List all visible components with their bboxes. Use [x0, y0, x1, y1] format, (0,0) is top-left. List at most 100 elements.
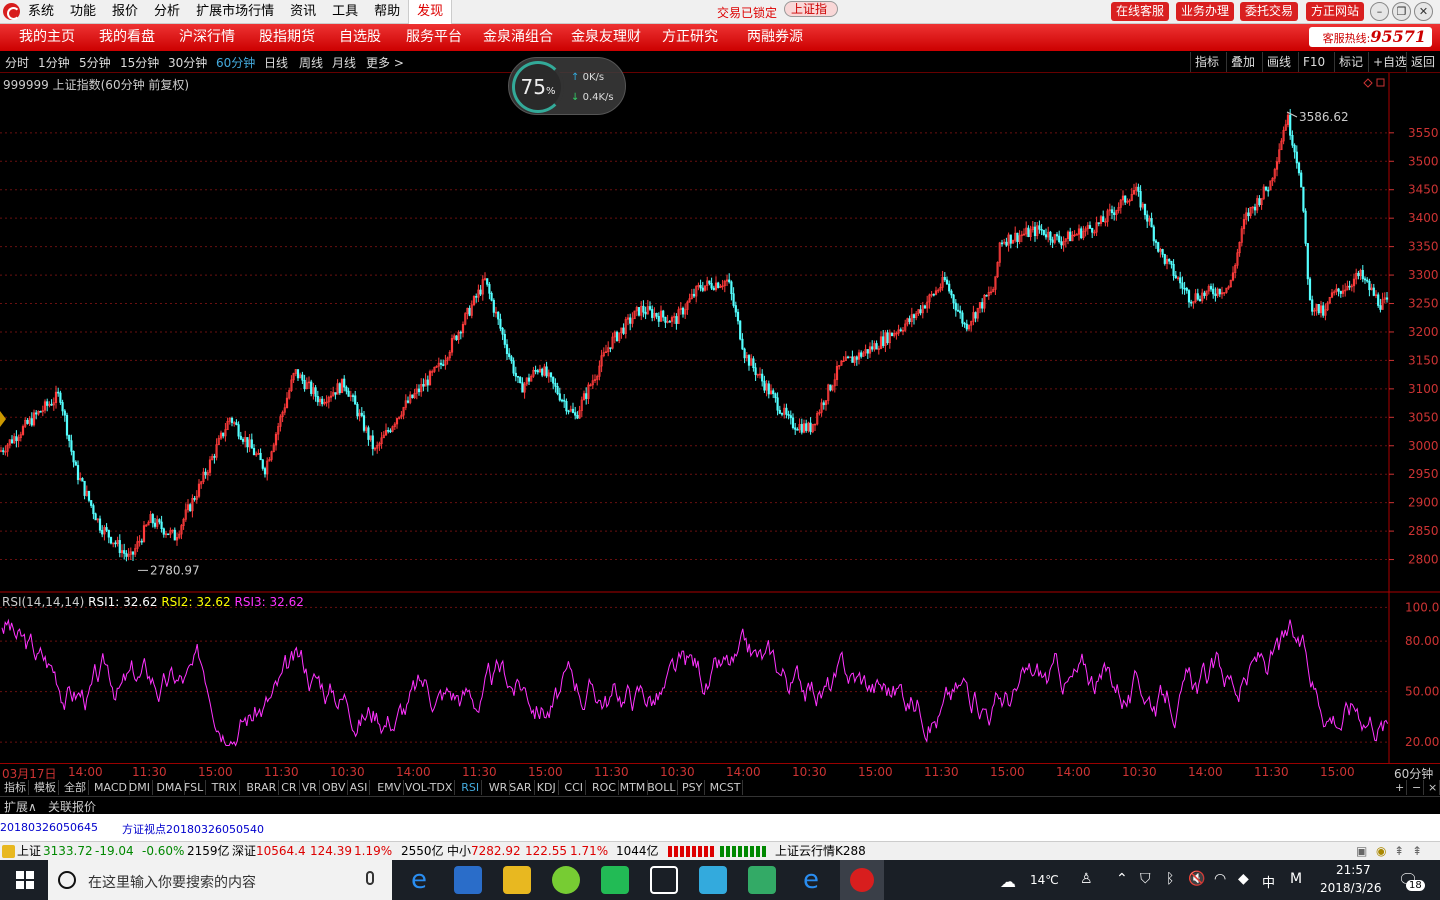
- panel-control-icon[interactable]: +: [1393, 780, 1408, 795]
- nav-watchlist[interactable]: 自选股: [339, 24, 381, 50]
- windows-start-icon[interactable]: [16, 871, 34, 889]
- file-explorer-icon[interactable]: [503, 866, 531, 894]
- rsi-chart[interactable]: 100.00 80.00 50.00 20.00: [0, 593, 1440, 763]
- indicator-tab-模板[interactable]: 模板: [32, 780, 59, 795]
- indicator-tab-obv[interactable]: OBV: [320, 780, 349, 795]
- news-item[interactable]: 方证视点20180326050540: [122, 821, 264, 837]
- wifi-icon[interactable]: ◠: [1214, 871, 1226, 887]
- status-tool-icon[interactable]: ⇞: [1394, 842, 1404, 860]
- indicator-tab-vol-tdx[interactable]: VOL-TDX: [403, 780, 456, 795]
- period-weekly[interactable]: 周线: [299, 54, 323, 71]
- tool-add-watch[interactable]: +自选: [1368, 52, 1411, 72]
- indicator-tab-指标[interactable]: 指标: [2, 780, 29, 795]
- bluetooth-icon[interactable]: ᛒ: [1166, 871, 1174, 887]
- indicator-tab-emv[interactable]: EMV: [375, 780, 405, 795]
- menu-system[interactable]: 系统: [28, 0, 54, 24]
- nav-index-futures[interactable]: 股指期货: [259, 24, 315, 50]
- trade-lock-status[interactable]: 交易已锁定: [717, 4, 777, 21]
- store-icon[interactable]: [454, 866, 482, 894]
- related-quote-tab[interactable]: 关联报价: [48, 798, 96, 815]
- period-intraday[interactable]: 分时: [5, 54, 29, 71]
- tool-overlay[interactable]: 叠加: [1226, 52, 1259, 72]
- ime-indicator[interactable]: 中: [1262, 872, 1275, 891]
- kline-chart[interactable]: 3550 3500 3450 3400 3350 3300 3250 3200 3150 3100…: [0, 73, 1440, 593]
- status-tool-icon[interactable]: ▣: [1356, 842, 1367, 860]
- shield-icon[interactable]: ⛉: [1140, 871, 1151, 887]
- indicator-tab-mcst[interactable]: MCST: [708, 780, 744, 795]
- index-pill[interactable]: 上证指数: [784, 1, 838, 17]
- microphone-icon[interactable]: [366, 871, 374, 885]
- indicator-tab-mtm[interactable]: MTM: [618, 780, 649, 795]
- ime-mode-icon[interactable]: M: [1290, 871, 1302, 887]
- rsi-panel[interactable]: 100.00 80.00 50.00 20.00 RSI(14,14,14) RSI1…: [0, 593, 1440, 763]
- founder-website-button[interactable]: 方正网站: [1306, 2, 1365, 21]
- menu-function[interactable]: 功能: [70, 0, 96, 24]
- taskbar-search[interactable]: 在这里输入你要搜索的内容: [48, 860, 392, 900]
- period-monthly[interactable]: 月线: [332, 54, 356, 71]
- period-60min[interactable]: 60分钟: [216, 54, 255, 71]
- restore-icon[interactable]: ❐: [1392, 2, 1411, 21]
- minimize-icon[interactable]: –: [1370, 2, 1389, 21]
- menu-tools[interactable]: 工具: [332, 0, 358, 24]
- app-icon[interactable]: [601, 866, 629, 894]
- status-tool-icon[interactable]: ◉: [1376, 842, 1386, 860]
- indicator-tab-macd[interactable]: MACD: [92, 780, 130, 795]
- period-5min[interactable]: 5分钟: [79, 54, 111, 71]
- indicator-tab-rsi[interactable]: RSI: [459, 780, 483, 795]
- period-more[interactable]: 更多 >: [366, 54, 404, 71]
- tool-back[interactable]: 返回: [1406, 52, 1439, 72]
- media-player-icon[interactable]: [699, 866, 727, 894]
- menu-help[interactable]: 帮助: [374, 0, 400, 24]
- nav-margin-source[interactable]: 两融券源: [747, 24, 803, 50]
- indicator-tab-dmi[interactable]: DMI: [127, 780, 154, 795]
- nav-jinquanyong[interactable]: 金泉涌组合: [483, 24, 553, 50]
- clock-time[interactable]: 21:57: [1336, 863, 1371, 877]
- indicator-tab-cr[interactable]: CR: [279, 780, 300, 795]
- app-icon[interactable]: [552, 866, 580, 894]
- weather-icon[interactable]: ☁: [1000, 872, 1016, 891]
- status-tool-icon[interactable]: ⇞: [1412, 842, 1422, 860]
- notification-count[interactable]: 18: [1406, 880, 1425, 891]
- network-speed-widget[interactable]: 75% ↑ 0K/s ↓ 0.4K/s: [508, 57, 626, 115]
- weather-temp[interactable]: 14℃: [1030, 873, 1059, 887]
- online-service-button[interactable]: 在线客服: [1111, 2, 1170, 21]
- indicator-tab-dma[interactable]: DMA: [154, 780, 185, 795]
- clock-date[interactable]: 2018/3/26: [1320, 881, 1382, 895]
- panel-control-icon[interactable]: −: [1410, 780, 1425, 795]
- menu-news[interactable]: 资讯: [290, 0, 316, 24]
- nav-hs-quotes[interactable]: 沪深行情: [179, 24, 235, 50]
- tool-indicator[interactable]: 指标: [1190, 52, 1223, 72]
- indicator-tab-sar[interactable]: SAR: [507, 780, 535, 795]
- tool-draw[interactable]: 画线: [1262, 52, 1295, 72]
- menu-discover[interactable]: 发现: [408, 0, 453, 24]
- cloud-quote-label[interactable]: 上证云行情K288: [775, 842, 866, 860]
- period-15min[interactable]: 15分钟: [120, 54, 159, 71]
- sz-label[interactable]: 深证: [232, 842, 256, 860]
- app-icon[interactable]: [748, 866, 776, 894]
- zx-label[interactable]: 中小: [447, 842, 471, 860]
- nav-my-home[interactable]: 我的主页: [19, 24, 75, 50]
- indicator-tab-fsl[interactable]: FSL: [182, 780, 207, 795]
- indicator-tab-cci[interactable]: CCI: [562, 780, 586, 795]
- news-item[interactable]: 20180326050645: [0, 821, 98, 834]
- ie-icon[interactable]: e: [797, 866, 825, 894]
- kline-panel[interactable]: 3550 3500 3450 3400 3350 3300 3250 3200 3150 3100…: [0, 73, 1440, 593]
- indicator-tab-trix[interactable]: TRIX: [210, 780, 240, 795]
- business-button[interactable]: 业务办理: [1176, 2, 1235, 21]
- indicator-tab-roc[interactable]: ROC: [590, 780, 619, 795]
- nav-my-watch[interactable]: 我的看盘: [99, 24, 155, 50]
- menu-analysis[interactable]: 分析: [154, 0, 180, 24]
- indicator-tab-全部[interactable]: 全部: [62, 780, 89, 795]
- indicator-tab-kdj[interactable]: KDJ: [535, 780, 559, 795]
- period-30min[interactable]: 30分钟: [168, 54, 207, 71]
- expand-tab[interactable]: 扩展∧: [4, 798, 37, 815]
- indicator-tab-asi[interactable]: ASI: [348, 780, 371, 795]
- nav-research[interactable]: 方正研究: [662, 24, 718, 50]
- founder-app-taskbar-button[interactable]: [840, 860, 884, 900]
- indicator-tab-brar[interactable]: BRAR: [244, 780, 280, 795]
- indicator-tab-boll[interactable]: BOLL: [645, 780, 679, 795]
- menu-extended-market[interactable]: 扩展市场行情: [196, 0, 274, 24]
- indicator-tab-vr[interactable]: VR: [300, 780, 320, 795]
- chevron-up-icon[interactable]: ⌃: [1116, 871, 1128, 887]
- menu-quote[interactable]: 报价: [112, 0, 138, 24]
